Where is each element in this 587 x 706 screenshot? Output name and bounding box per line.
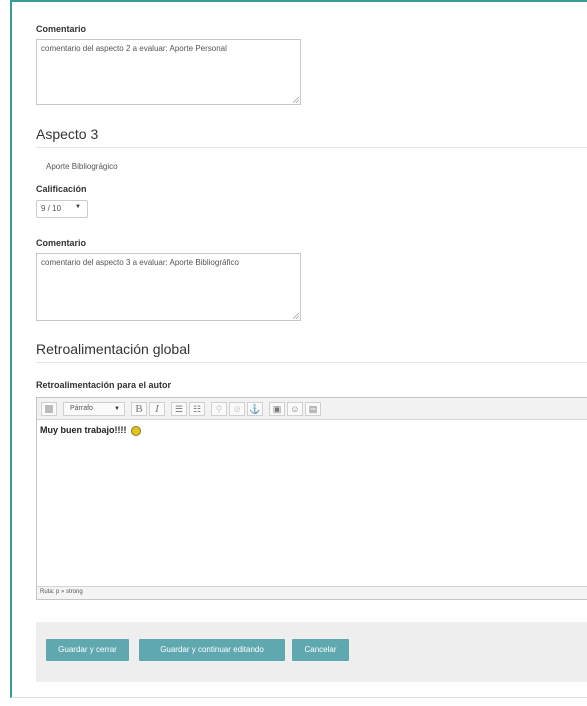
form-frame: Comentario comentario del aspecto 2 a ev… bbox=[10, 0, 587, 698]
cancel-button[interactable]: Cancelar bbox=[292, 639, 349, 661]
aspecto2-comentario-label: Comentario bbox=[36, 24, 87, 34]
divider bbox=[36, 147, 587, 148]
format-select-value: Párrafo bbox=[70, 405, 93, 412]
save-continue-button[interactable]: Guardar y continuar editando bbox=[139, 639, 285, 661]
editor-content[interactable]: Muy buen trabajo!!!! bbox=[40, 425, 142, 436]
aspecto3-comentario-textarea[interactable]: comentario del aspecto 3 a evaluar: Apor… bbox=[36, 253, 301, 321]
resize-grip-icon[interactable] bbox=[293, 313, 299, 319]
button-bar: Guardar y cerrar Guardar y continuar edi… bbox=[36, 622, 587, 682]
smiley-icon bbox=[131, 425, 142, 436]
italic-button[interactable]: I bbox=[149, 402, 165, 416]
element-path: Ruta: p » strong bbox=[40, 589, 83, 595]
aspecto3-comentario-text: comentario del aspecto 3 a evaluar: Apor… bbox=[41, 258, 239, 267]
unlink-icon[interactable]: ⊘ bbox=[229, 402, 245, 416]
aspecto3-comentario-label: Comentario bbox=[36, 238, 87, 248]
bold-button[interactable]: B bbox=[131, 402, 147, 416]
divider bbox=[36, 362, 587, 363]
emoticon-icon[interactable]: ☺ bbox=[287, 402, 303, 416]
aspecto2-comentario-text: comentario del aspecto 2 a evaluar: Apor… bbox=[41, 44, 227, 53]
aspecto3-title: Aspecto 3 bbox=[36, 126, 99, 142]
retro-title: Retroalimentación global bbox=[36, 341, 191, 357]
toolbar-toggle-icon[interactable] bbox=[41, 402, 57, 416]
image-icon[interactable]: ▣ bbox=[269, 402, 285, 416]
editor-text: Muy buen trabajo!!!! bbox=[40, 425, 127, 435]
editor-toolbar: Párrafo ▼ B I ☰ ☷ ⚲ ⊘ ⚓ ▣ ☺ ▤ bbox=[37, 398, 587, 420]
dropdown-caret-icon: ▼ bbox=[75, 204, 81, 210]
calificacion-label: Calificación bbox=[36, 184, 87, 194]
format-select[interactable]: Párrafo ▼ bbox=[63, 402, 125, 416]
rich-text-editor[interactable]: Párrafo ▼ B I ☰ ☷ ⚲ ⊘ ⚓ ▣ ☺ ▤ Muy buen t… bbox=[36, 397, 587, 600]
numbered-list-icon[interactable]: ☷ bbox=[189, 402, 205, 416]
dropdown-caret-icon: ▼ bbox=[114, 406, 120, 412]
aspecto2-comentario-textarea[interactable]: comentario del aspecto 2 a evaluar: Apor… bbox=[36, 39, 301, 105]
link-icon[interactable]: ⚲ bbox=[211, 402, 227, 416]
calificacion-value: 9 / 10 bbox=[41, 204, 62, 213]
calificacion-select[interactable]: 9 / 10 ▼ bbox=[36, 200, 88, 218]
aspecto3-description: Aporte Bibliográgico bbox=[46, 162, 118, 171]
media-icon[interactable]: ▤ bbox=[305, 402, 321, 416]
bullet-list-icon[interactable]: ☰ bbox=[171, 402, 187, 416]
anchor-icon[interactable]: ⚓ bbox=[247, 402, 263, 416]
retro-field-label: Retroalimentación para el autor bbox=[36, 380, 172, 390]
editor-status-bar: Ruta: p » strong bbox=[37, 586, 587, 599]
save-close-button[interactable]: Guardar y cerrar bbox=[46, 639, 129, 661]
resize-grip-icon[interactable] bbox=[293, 97, 299, 103]
